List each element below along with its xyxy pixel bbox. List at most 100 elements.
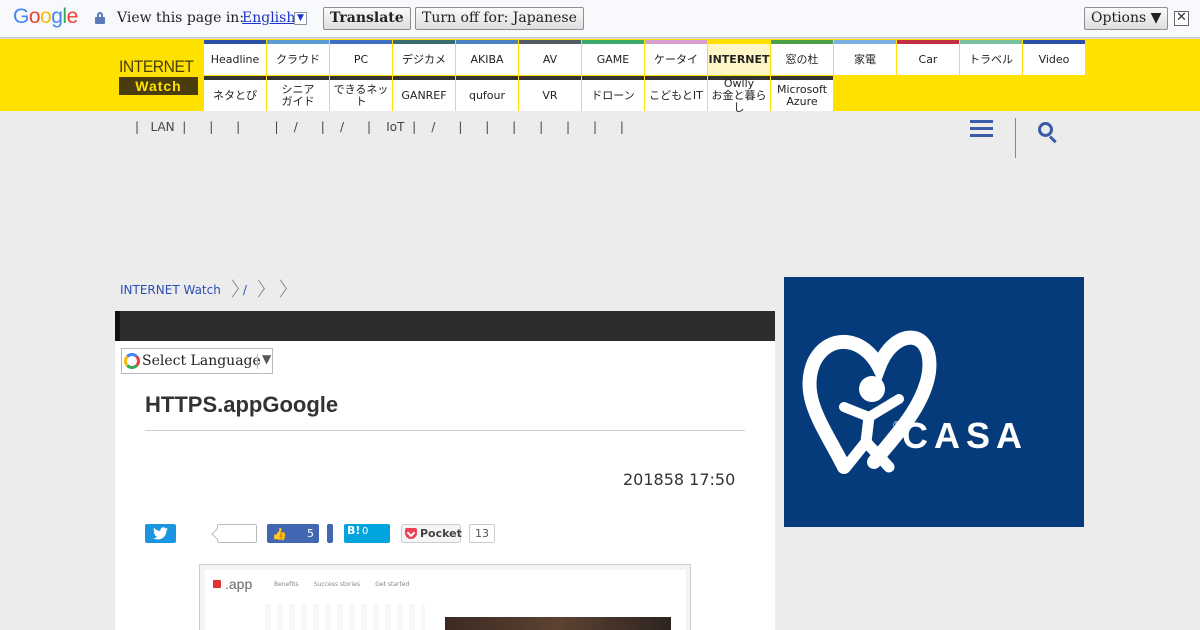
- chevron-down-icon: ▼: [262, 352, 272, 366]
- nav-item-label: Headline: [210, 52, 260, 66]
- options-button[interactable]: Options ▼: [1084, 7, 1169, 30]
- search-icon[interactable]: [1038, 122, 1058, 144]
- nav-item-nav_row1-6[interactable]: GAME: [582, 40, 644, 75]
- nav-item-label: こどもとIT: [649, 88, 703, 102]
- turn-off-button[interactable]: Turn off for: Japanese: [415, 7, 584, 30]
- nav-item-label: AV: [542, 52, 558, 66]
- app-logo: .app: [212, 576, 252, 592]
- pocket-button[interactable]: Pocket: [401, 524, 462, 543]
- select-language-label: Select Language: [142, 353, 261, 369]
- breadcrumb-home[interactable]: INTERNET Watch: [120, 283, 221, 297]
- logo-text-top: INTERNET: [119, 57, 194, 76]
- google-logo-letter: o: [28, 5, 41, 28]
- nav-item-nav_row2-7[interactable]: こどもとIT: [645, 76, 707, 111]
- article-title: HTTPS.appGoogle: [145, 392, 339, 417]
- nav-item-label: ケータイ: [654, 52, 698, 66]
- nav-item-label: クラウド: [276, 52, 320, 66]
- nav-item-nav_row1-11[interactable]: Car: [897, 40, 959, 75]
- site-logo[interactable]: INTERNET Watch: [119, 57, 198, 97]
- nav-item-label: Car: [918, 52, 938, 66]
- breadcrumb-category[interactable]: /: [243, 283, 247, 297]
- advertisement[interactable]: ® CASA: [784, 277, 1084, 527]
- hatena-icon: B!: [347, 524, 361, 537]
- nav-item-label: qufour: [468, 88, 506, 102]
- nav-item-label: GANREF: [401, 88, 447, 102]
- google-logo-letter: G: [13, 5, 29, 28]
- facebook-count: 5: [307, 527, 314, 540]
- select-language-dropdown[interactable]: Select Language ▼: [121, 348, 273, 374]
- nav-item-nav_row2-0[interactable]: ネタとぴ: [204, 76, 266, 111]
- twitter-share-button[interactable]: [145, 524, 176, 543]
- nav-item-label: 窓の杜: [785, 52, 819, 66]
- nav-item-nav_row2-2[interactable]: できるネット: [330, 76, 392, 111]
- close-icon[interactable]: ✕: [1174, 11, 1189, 26]
- facebook-share-button[interactable]: [327, 524, 333, 543]
- nav-item-label: PC: [353, 52, 369, 66]
- nav-item-label: Video: [1038, 52, 1070, 66]
- app-nav: Benefits Success stories Get started: [274, 581, 410, 588]
- nav-item-nav_row2-9[interactable]: Microsoft Azure: [771, 76, 833, 111]
- nav-item-label: GAME: [596, 52, 630, 66]
- nav-item-label: シニア ガイド: [281, 82, 315, 108]
- menu-icon[interactable]: [970, 120, 993, 138]
- nav-item-nav_row2-3[interactable]: GANREF: [393, 76, 455, 111]
- nav-item-label: できるネット: [333, 82, 389, 108]
- hatena-bookmark-button[interactable]: B! 0: [344, 524, 390, 543]
- facebook-like-button[interactable]: 👍 5: [267, 524, 319, 543]
- article-header-band: [115, 311, 775, 341]
- nav-item-nav_row2-1[interactable]: シニア ガイド: [267, 76, 329, 111]
- chevron-right-icon: [251, 278, 265, 302]
- logo-text-bottom: Watch: [119, 77, 198, 95]
- nav-item-nav_row1-2[interactable]: PC: [330, 40, 392, 75]
- pocket-count: 13: [469, 524, 495, 543]
- app-photo: [445, 617, 671, 630]
- article-image[interactable]: .app Benefits Success stories Get starte…: [199, 564, 691, 630]
- site-header: INTERNET Watch Headline クラウド PC デジカメ AKIBA AV…: [0, 39, 1200, 113]
- article-date: 201858 17:50: [623, 470, 736, 489]
- translate-button[interactable]: Translate: [323, 7, 411, 30]
- nav-item-label: 家電: [854, 52, 876, 66]
- article: Select Language ▼ HTTPS.appGoogle 201858…: [115, 311, 775, 630]
- nav-item-label: Microsoft Azure: [776, 82, 828, 108]
- registered-mark: ®: [892, 420, 902, 431]
- nav-item-nav_row2-4[interactable]: qufour: [456, 76, 518, 111]
- nav-item-label: AKIBA: [470, 52, 504, 66]
- nav-item-nav_row2-8[interactable]: Owlly お金と暮らし: [708, 76, 770, 113]
- google-logo: Google: [13, 5, 78, 29]
- translate-prompt: View this page in:: [117, 10, 245, 26]
- category-bar: | LAN | | | | / | / | IoT | / | | | | | …: [0, 111, 1200, 156]
- nav-item-nav_row1-9[interactable]: 窓の杜: [771, 40, 833, 75]
- pocket-label: Pocket: [420, 527, 462, 540]
- pocket-icon: [405, 528, 417, 539]
- nav-item-nav_row1-8[interactable]: INTERNET: [708, 40, 770, 75]
- twitter-bird-icon: [153, 527, 168, 540]
- nav-item-label: INTERNET: [708, 52, 770, 66]
- chevron-down-icon[interactable]: ▼: [294, 12, 307, 25]
- lock-icon: [95, 12, 105, 24]
- language-select[interactable]: English: [242, 10, 295, 26]
- nav-item-nav_row1-5[interactable]: AV: [519, 40, 581, 75]
- nav-item-label: デジカメ: [402, 52, 446, 66]
- google-logo-letter: e: [66, 5, 79, 28]
- nav-item-nav_row1-10[interactable]: 家電: [834, 40, 896, 75]
- casa-heart-logo-icon: [802, 330, 937, 474]
- google-logo-letter: g: [51, 5, 63, 28]
- chevron-right-icon: [225, 278, 239, 302]
- nav-item-label: VR: [542, 88, 558, 102]
- nav-item-nav_row1-4[interactable]: AKIBA: [456, 40, 518, 75]
- title-divider: [145, 430, 745, 431]
- nav-item-nav_row2-6[interactable]: ドローン: [582, 76, 644, 111]
- nav-item-nav_row1-3[interactable]: デジカメ: [393, 40, 455, 75]
- google-translate-bar: Google View this page in: English ▼ Tran…: [0, 0, 1200, 38]
- nav-item-nav_row1-12[interactable]: トラベル: [960, 40, 1022, 75]
- thumbs-up-icon: 👍: [272, 527, 287, 541]
- nav-item-nav_row2-5[interactable]: VR: [519, 76, 581, 111]
- nav-item-nav_row1-7[interactable]: ケータイ: [645, 40, 707, 75]
- category-links[interactable]: | LAN | | | | / | / | IoT | / | | | | | …: [135, 120, 624, 134]
- nav-item-nav_row1-1[interactable]: クラウド: [267, 40, 329, 75]
- chevron-right-icon: [273, 278, 287, 302]
- nav-item-nav_row1-13[interactable]: Video: [1023, 40, 1085, 75]
- hatena-count: 0: [362, 526, 369, 537]
- site-nav: Headline クラウド PC デジカメ AKIBA AV GAME ケータイ INTERNE…: [204, 39, 1085, 113]
- nav-item-nav_row1-0[interactable]: Headline: [204, 40, 266, 75]
